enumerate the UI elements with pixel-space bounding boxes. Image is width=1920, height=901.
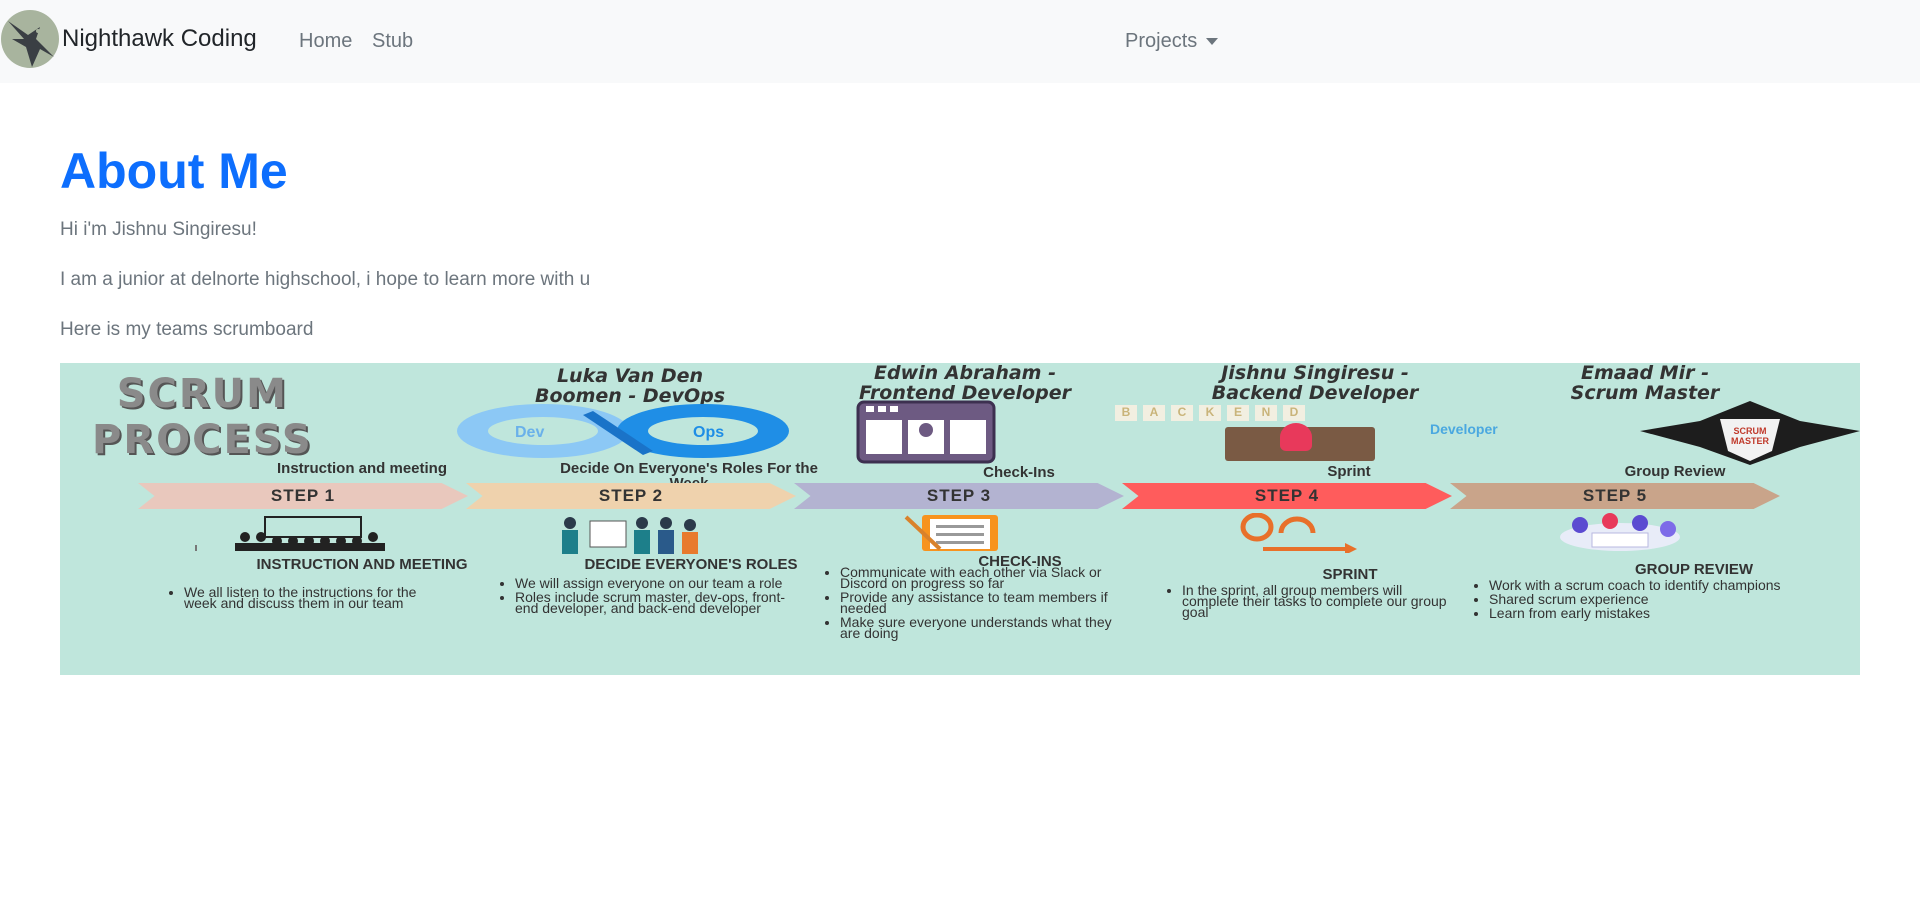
- step1-bullet: We all listen to the instructions for th…: [184, 585, 434, 610]
- meeting-icon: [195, 516, 385, 551]
- backend-letter-d: D: [1283, 405, 1305, 421]
- step1-title: INSTRUCTION AND MEETING: [256, 556, 468, 573]
- scrum-title-line2: PROCESS: [92, 417, 313, 463]
- step2-chevron: STEP 2: [466, 483, 796, 509]
- backend-letter-k: K: [1199, 405, 1221, 421]
- step3-bullet: Make sure everyone understands what they…: [840, 615, 1115, 640]
- scrum-process-title: SCRUM PROCESS: [92, 371, 313, 463]
- devops-infinity-icon: Dev Ops: [457, 404, 789, 458]
- step1-chevron: STEP 1: [138, 483, 468, 509]
- team-roles-icon: [562, 517, 698, 554]
- step3-chevron: STEP 3: [794, 483, 1124, 509]
- projects-dropdown[interactable]: Projects: [1125, 30, 1219, 53]
- projects-dropdown-label: Projects: [1125, 30, 1198, 52]
- step2-bullets: We will assign everyone on our team a ro…: [493, 576, 790, 617]
- developer-figure-icon: [1280, 423, 1312, 451]
- person-devops-name: Luka Van Den: [556, 365, 704, 387]
- step3-bullet: Provide any assistance to team members i…: [840, 590, 1115, 615]
- person-frontend: Edwin Abraham - Frontend Developer: [800, 363, 1130, 403]
- devops-dev-label: Dev: [515, 424, 544, 441]
- backend-letter-n: N: [1255, 405, 1277, 421]
- person-scrum-master-name: Emaad Mir -: [1581, 363, 1709, 384]
- person-backend-role: Backend Developer: [1211, 382, 1419, 404]
- step5-bullet: Learn from early mistakes: [1489, 606, 1824, 620]
- step2-bullet: We will assign everyone on our team a ro…: [515, 576, 790, 590]
- brand-name: Nighthawk Coding: [62, 25, 257, 52]
- checklist-icon: [904, 515, 998, 551]
- step5-bullets: Work with a scrum coach to identify cham…: [1467, 578, 1824, 622]
- intro-paragraph: Hi i'm Jishnu Singiresu!: [60, 219, 257, 240]
- frontend-window-icon: [856, 400, 996, 464]
- nighthawk-logo-icon: [1, 10, 59, 68]
- brand-link[interactable]: Nighthawk Coding: [0, 9, 257, 69]
- step3-bullet: Communicate with each other via Slack or…: [840, 565, 1115, 590]
- step1-head: Instruction and meeting: [276, 460, 447, 477]
- person-scrum-master-role: Scrum Master: [1570, 382, 1720, 404]
- step4-head: Sprint: [1327, 463, 1371, 480]
- step5-bullet: Work with a scrum coach to identify cham…: [1489, 578, 1824, 592]
- scrumboard-caption: Here is my teams scrumboard: [60, 319, 314, 340]
- top-navbar: Nighthawk Coding Home Stub Projects: [0, 0, 1920, 83]
- group-review-icon: [1560, 513, 1680, 551]
- caret-down-icon: [1206, 38, 1219, 45]
- page-title: About Me: [60, 143, 288, 199]
- nav-link-stub[interactable]: Stub: [372, 30, 413, 53]
- step2-bullet: Roles include scrum master, dev-ops, fro…: [515, 590, 790, 615]
- scrum-master-badge-icon: SCRUM MASTER: [1640, 401, 1860, 465]
- person-devops: Luka Van Den Boomen - DevOps: [465, 366, 795, 406]
- backend-letter-c: C: [1171, 405, 1193, 421]
- backend-letter-b: B: [1115, 405, 1137, 421]
- step4-bullet: In the sprint, all group members will co…: [1182, 583, 1462, 619]
- step3-bullets: Communicate with each other via Slack or…: [818, 565, 1115, 642]
- step1-bullets: We all listen to the instructions for th…: [162, 585, 434, 612]
- step5-bullet: Shared scrum experience: [1489, 592, 1824, 606]
- person-backend: Jishnu Singiresu - Backend Developer: [1150, 363, 1480, 403]
- backend-developer-graphic: B A C K E N D Developer: [1115, 405, 1555, 463]
- backend-letter-a: A: [1143, 405, 1165, 421]
- scrumboard-image: SCRUM PROCESS Luka Van Den Boomen - DevO…: [60, 363, 1860, 675]
- step4-bullets: In the sprint, all group members will co…: [1160, 583, 1462, 621]
- person-frontend-name: Edwin Abraham -: [874, 363, 1056, 384]
- step5-head: Group Review: [1624, 463, 1726, 480]
- sprint-loop-icon: [1240, 513, 1357, 553]
- step4-chevron: STEP 4: [1122, 483, 1452, 509]
- backend-letter-e: E: [1227, 405, 1249, 421]
- step2-title: DECIDE EVERYONE'S ROLES: [584, 556, 798, 573]
- devops-ops-label: Ops: [693, 424, 724, 441]
- nav-link-home[interactable]: Home: [299, 30, 352, 53]
- badge-text-line1: SCRUM: [1734, 426, 1767, 436]
- step3-head: Check-Ins: [983, 464, 1055, 481]
- backend-developer-label: Developer: [1430, 421, 1498, 437]
- step4-title: SPRINT: [1322, 566, 1378, 583]
- scrum-title-line1: SCRUM: [116, 371, 288, 417]
- step5-title: GROUP REVIEW: [1634, 561, 1754, 578]
- bio-paragraph: I am a junior at delnorte highschool, i …: [60, 269, 591, 290]
- person-backend-name: Jishnu Singiresu -: [1221, 363, 1409, 384]
- person-scrum-master: Emaad Mir - Scrum Master: [1480, 363, 1810, 403]
- badge-text-line2: MASTER: [1731, 436, 1770, 446]
- step5-chevron: STEP 5: [1450, 483, 1780, 509]
